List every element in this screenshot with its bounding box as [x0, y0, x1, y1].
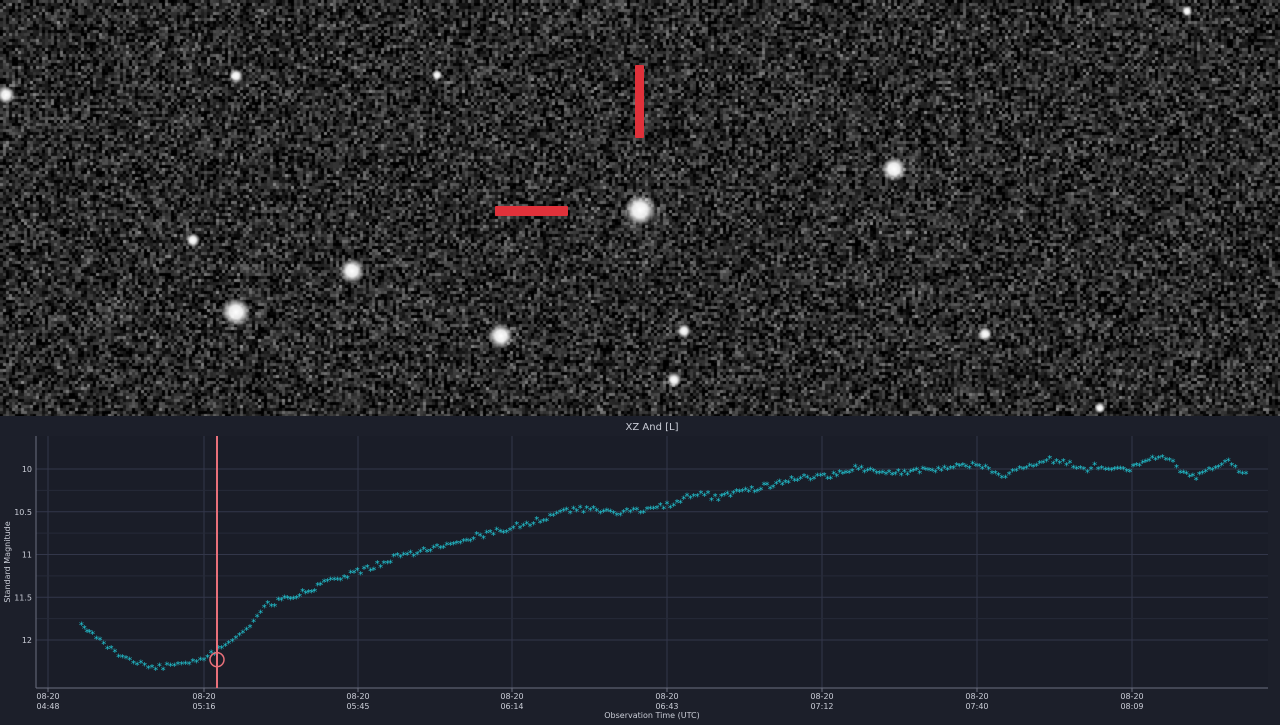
x-tick-date: 08-20 — [655, 692, 678, 701]
y-tick-label: 12 — [22, 636, 32, 645]
light-curve-chart: ****************************************… — [3, 422, 1268, 720]
x-tick-time: 07:12 — [810, 702, 833, 711]
x-tick-date: 08-20 — [1120, 692, 1143, 701]
x-tick-time: 04:48 — [36, 702, 59, 711]
x-tick-date: 08-20 — [192, 692, 215, 701]
data-point: * — [1244, 470, 1249, 481]
y-tick-label: 11 — [22, 551, 32, 560]
x-tick-date: 08-20 — [810, 692, 833, 701]
chart-title: XZ And [L] — [626, 422, 679, 433]
x-tick-date: 08-20 — [500, 692, 523, 701]
light-curve-panel: * * * * * * * * * * * * * * * * * * * * * * * * * * * * * * * * * * * * * * * *… — [0, 416, 1280, 725]
x-tick-date: 08-20 — [965, 692, 988, 701]
y-tick-label: 10 — [22, 465, 32, 474]
x-tick-date: 08-20 — [36, 692, 59, 701]
x-tick-time: 07:40 — [965, 702, 988, 711]
target-marker-vertical — [635, 65, 644, 138]
y-tick-label: 10.5 — [14, 508, 32, 517]
y-axis-label: Standard Magnitude — [3, 521, 12, 602]
x-axis-label: Observation Time (UTC) — [604, 711, 699, 720]
x-tick-time: 05:16 — [192, 702, 215, 711]
x-tick-time: 08:09 — [1120, 702, 1143, 711]
x-tick-date: 08-20 — [346, 692, 369, 701]
target-marker-horizontal — [495, 206, 568, 216]
y-tick-labels: 10 10.5 11 11.5 12 — [14, 465, 32, 645]
star-field-image — [0, 0, 1280, 416]
x-tick-time: 06:14 — [500, 702, 523, 711]
x-tick-labels: 08-2004:4808-2005:1608-2005:4508-2006:14… — [36, 688, 1144, 711]
x-tick-time: 05:45 — [346, 702, 369, 711]
y-tick-label: 11.5 — [14, 593, 32, 602]
x-tick-time: 06:43 — [655, 702, 678, 711]
